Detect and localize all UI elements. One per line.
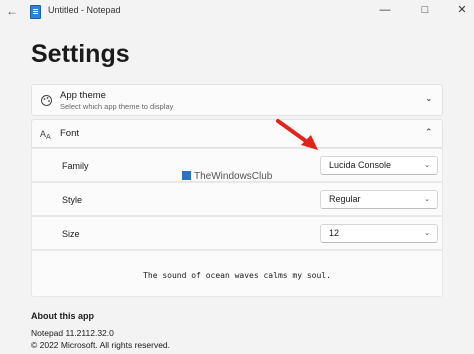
- svg-text:A: A: [46, 134, 51, 140]
- font-style-label: Style: [62, 195, 83, 205]
- chevron-down-icon: ⌄: [424, 230, 430, 237]
- back-arrow-icon[interactable]: ←: [6, 3, 18, 19]
- font-family-value: Lucida Console: [329, 160, 392, 170]
- font-setting-header[interactable]: A A Font ⌃: [31, 119, 443, 148]
- paint-brush-icon: [41, 95, 52, 106]
- title-bar: ← Untitled - Notepad — □ ✕: [0, 0, 474, 22]
- font-size-dropdown[interactable]: 12 ⌄: [320, 224, 438, 243]
- font-family-dropdown[interactable]: Lucida Console ⌄: [320, 156, 438, 175]
- about-title: About this app: [31, 311, 94, 321]
- copyright: © 2022 Microsoft. All rights reserved.: [31, 340, 171, 350]
- page-title: Settings: [31, 40, 130, 68]
- notepad-app-icon: [30, 5, 41, 19]
- chevron-down-icon[interactable]: ⌄: [425, 93, 433, 104]
- font-preview: The sound of ocean waves calms my soul.: [31, 250, 443, 297]
- watermark-logo-icon: [182, 171, 191, 180]
- font-size-row: Size 12 ⌄: [31, 216, 443, 250]
- app-theme-title: App theme: [60, 90, 106, 101]
- font-style-value: Regular: [329, 194, 361, 204]
- window-title: Untitled - Notepad: [48, 5, 121, 15]
- maximize-button[interactable]: □: [417, 3, 433, 17]
- font-icon: A A: [40, 129, 51, 140]
- font-family-label: Family: [62, 161, 89, 171]
- font-size-value: 12: [329, 228, 340, 238]
- font-preview-text: The sound of ocean waves calms my soul.: [143, 271, 331, 280]
- font-title: Font: [60, 128, 80, 139]
- font-style-dropdown[interactable]: Regular ⌄: [320, 190, 438, 209]
- chevron-down-icon: ⌄: [424, 196, 430, 203]
- watermark: TheWindowsClub: [182, 171, 272, 182]
- app-version: Notepad 11.2112.32.0: [31, 328, 114, 338]
- font-style-row: Style Regular ⌄: [31, 182, 443, 216]
- close-button[interactable]: ✕: [454, 3, 470, 17]
- red-arrow-annotation: [276, 119, 318, 150]
- font-size-label: Size: [62, 229, 80, 239]
- app-theme-setting[interactable]: App theme Select which app theme to disp…: [31, 84, 443, 116]
- watermark-text: TheWindowsClub: [194, 171, 273, 182]
- minimize-button[interactable]: —: [377, 3, 393, 17]
- app-theme-subtitle: Select which app theme to display: [60, 102, 174, 111]
- chevron-up-icon[interactable]: ⌃: [425, 127, 433, 138]
- chevron-down-icon: ⌄: [424, 162, 430, 169]
